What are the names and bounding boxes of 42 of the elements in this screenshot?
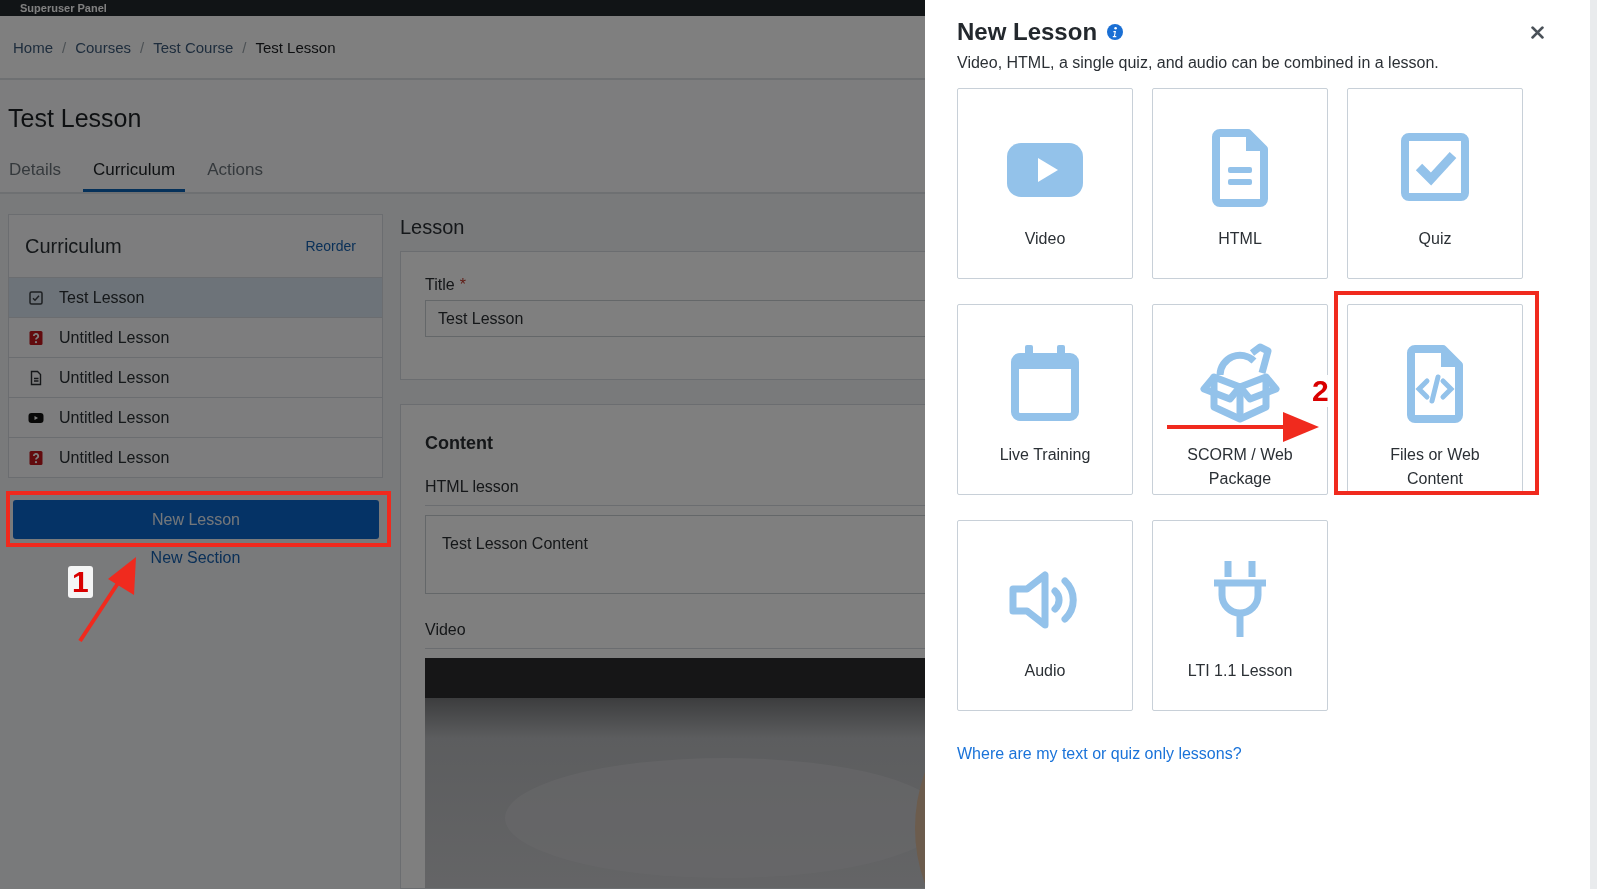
info-icon	[1107, 24, 1124, 40]
lesson-item[interactable]: Untitled Lesson	[9, 438, 382, 477]
lesson-type-tile[interactable]: Quiz	[1347, 88, 1523, 279]
close-icon	[1531, 25, 1544, 39]
checkbox-icon	[28, 289, 44, 306]
help-link[interactable]: Where are my text or quiz only lessons?	[957, 745, 1242, 763]
section-heading: Lesson	[400, 216, 465, 239]
step-number: 1	[68, 566, 93, 598]
tab[interactable]: Curriculum	[82, 160, 186, 192]
panel-title: New Lesson	[957, 18, 1098, 46]
new-lesson-button[interactable]: New Lesson	[13, 500, 379, 539]
panel-description: Video, HTML, a single quiz, and audio can be combined in a lesson.	[957, 54, 1440, 72]
breadcrumb-separator: /	[62, 38, 67, 56]
field-label: Title	[425, 276, 455, 294]
breadcrumb-link[interactable]: Test Course	[153, 38, 234, 56]
breadcrumb-separator: /	[242, 38, 247, 56]
document-icon	[28, 369, 44, 386]
close-button[interactable]	[1529, 23, 1546, 41]
panel-label: Superuser Panel	[20, 2, 107, 14]
breadcrumb-link[interactable]: Courses	[75, 38, 132, 56]
lesson-type-tile[interactable]: HTML	[1152, 88, 1328, 279]
lesson-item[interactable]: Untitled Lesson	[9, 358, 382, 398]
lesson-item[interactable]: Untitled Lesson	[9, 318, 382, 358]
panel-title: Curriculum	[25, 234, 122, 258]
breadcrumb-current: Test Lesson	[255, 38, 336, 56]
breadcrumb-link[interactable]: Home	[13, 38, 53, 56]
page-title: Test Lesson	[8, 104, 143, 133]
question-icon	[28, 329, 44, 346]
breadcrumb-separator: /	[140, 38, 145, 56]
lesson-type-tile[interactable]: Audio	[957, 520, 1133, 711]
tab[interactable]: Actions	[197, 160, 273, 192]
lesson-item[interactable]: Test Lesson	[9, 278, 382, 318]
reorder-link[interactable]: Reorder	[305, 238, 356, 254]
tab[interactable]: Details	[8, 160, 71, 192]
lesson-type-tile[interactable]: LTI 1.1 Lesson	[1152, 520, 1328, 711]
lesson-item[interactable]: Untitled Lesson	[9, 398, 382, 438]
new-section-link[interactable]: New Section	[150, 549, 241, 567]
question-icon	[28, 449, 44, 466]
required-mark: *	[459, 276, 466, 294]
open-box-icon	[1200, 343, 1280, 423]
lesson-type-tile[interactable]: Video	[957, 88, 1133, 279]
lesson-type-tile[interactable]: Live Training	[957, 304, 1133, 495]
